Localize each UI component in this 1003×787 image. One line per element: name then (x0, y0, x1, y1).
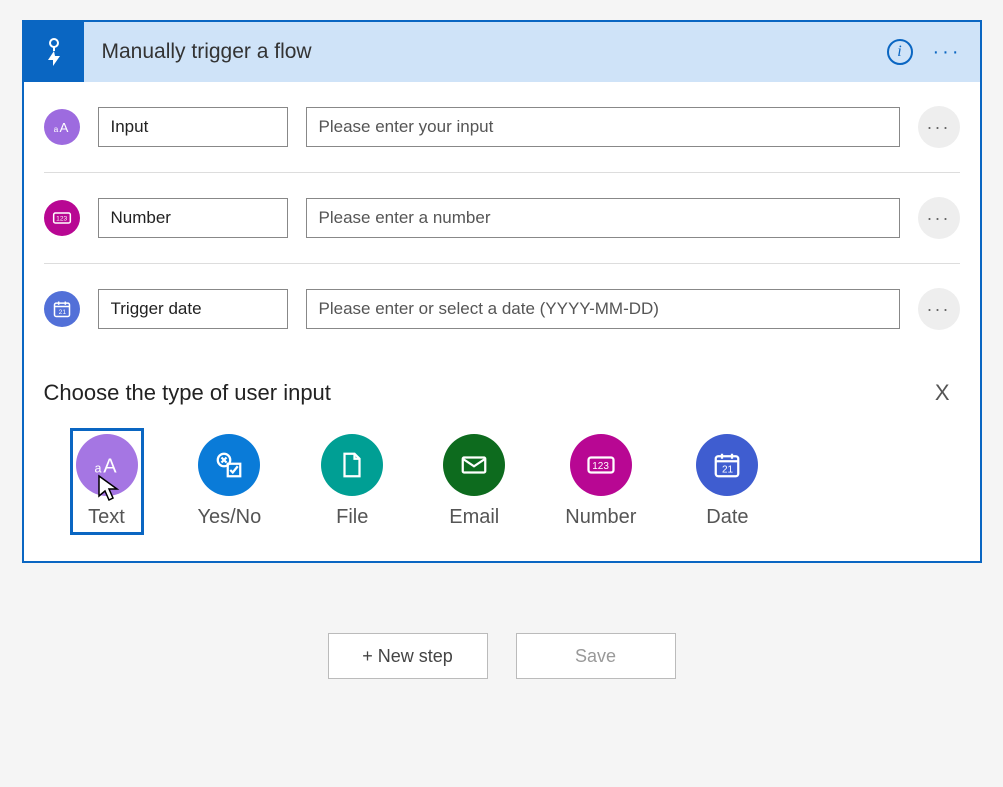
trigger-icon (24, 22, 84, 82)
number-icon: 123 (44, 200, 80, 236)
info-icon[interactable]: i (887, 39, 913, 65)
card-header: Manually trigger a flow i ··· (24, 22, 980, 82)
row-more-icon[interactable]: ··· (918, 106, 960, 148)
new-step-button[interactable]: + New step (328, 633, 488, 679)
card-title: Manually trigger a flow (84, 40, 887, 64)
svg-text:123: 123 (56, 216, 67, 223)
type-label: Date (706, 506, 748, 529)
svg-text:21: 21 (722, 465, 734, 476)
file-icon (321, 434, 383, 496)
input-placeholder-field[interactable] (306, 289, 900, 329)
input-placeholder-field[interactable] (306, 198, 900, 238)
row-more-icon[interactable]: ··· (918, 288, 960, 330)
trigger-card: Manually trigger a flow i ··· aA···123··… (22, 20, 982, 563)
type-heading: Choose the type of user input (44, 380, 331, 406)
type-option-email[interactable]: Email (437, 428, 511, 535)
input-name-field[interactable] (98, 289, 288, 329)
type-label: Text (88, 506, 125, 529)
type-option-date[interactable]: 21 Date (690, 428, 764, 535)
close-icon[interactable]: X (925, 376, 960, 410)
svg-text:a: a (94, 462, 101, 476)
choose-type-section: Choose the type of user input X aA Text Ye… (24, 354, 980, 561)
input-name-field[interactable] (98, 107, 288, 147)
input-placeholder-field[interactable] (306, 107, 900, 147)
text-icon: aA (76, 434, 138, 496)
svg-text:A: A (59, 120, 68, 135)
type-option-text[interactable]: aA Text (70, 428, 144, 535)
header-actions: i ··· (887, 39, 980, 65)
svg-text:21: 21 (58, 309, 66, 316)
type-header: Choose the type of user input X (44, 376, 960, 410)
type-label: Number (565, 506, 636, 529)
type-option-file[interactable]: File (315, 428, 389, 535)
row-more-icon[interactable]: ··· (918, 197, 960, 239)
input-row: 21 ··· (44, 264, 960, 354)
input-name-field[interactable] (98, 198, 288, 238)
save-button[interactable]: Save (516, 633, 676, 679)
svg-text:a: a (53, 124, 58, 134)
svg-text:A: A (103, 456, 117, 478)
type-option-yesno[interactable]: Yes/No (192, 428, 268, 535)
more-icon[interactable]: ··· (933, 41, 962, 64)
email-icon (443, 434, 505, 496)
date-icon: 21 (696, 434, 758, 496)
card-body: aA ··· 123 ··· 21 ··· (24, 82, 980, 354)
yesno-icon (198, 434, 260, 496)
type-grid: aA Text Yes/No File Email 123 Number 21 Date (44, 428, 960, 535)
type-label: File (336, 506, 368, 529)
type-option-number[interactable]: 123 Number (559, 428, 642, 535)
input-row: 123 ··· (44, 173, 960, 264)
number-icon: 123 (570, 434, 632, 496)
text-icon: aA (44, 109, 80, 145)
footer: + New step Save (20, 633, 983, 679)
type-label: Email (449, 506, 499, 529)
date-icon: 21 (44, 291, 80, 327)
svg-text:123: 123 (592, 461, 609, 472)
type-label: Yes/No (198, 506, 262, 529)
input-row: aA ··· (44, 82, 960, 173)
